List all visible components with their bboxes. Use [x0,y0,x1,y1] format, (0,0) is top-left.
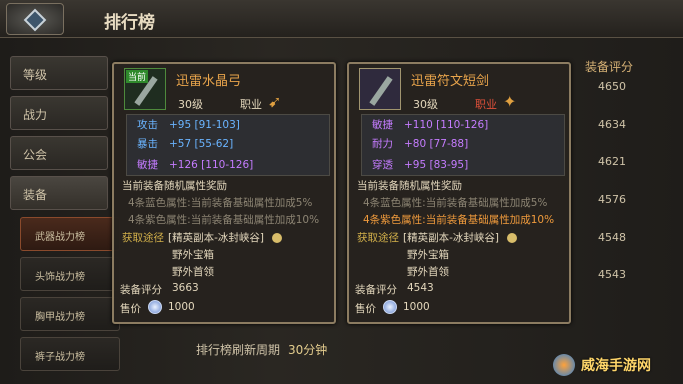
bonus-line: 4条蓝色属性:当前装备基础属性加成5% [363,197,548,209]
refresh-value: 30分钟 [288,343,328,357]
score-header: 装备评分 [585,60,634,74]
site-logo-icon [553,354,575,376]
source-item: [精英副本-冰封峡谷] [168,232,264,244]
stat-row: 暴击 +57 [55-62] [137,138,234,150]
sidebar-item-power[interactable]: 战力 [10,96,108,130]
job-label: 职业 [240,98,262,111]
source-item: [精英副本-冰封峡谷] [403,232,499,244]
price-label: 售价 [120,303,141,315]
price-value: 1000 [168,301,195,313]
sidebar-item-guild[interactable]: 公会 [10,136,108,170]
sidebar-sub-chest[interactable]: 胸甲战力榜 [20,297,120,331]
back-button[interactable] [6,3,64,35]
source-item: 野外宝箱 [407,249,449,261]
stats-panel: 攻击 +95 [91-103] 暴击 +57 [55-62] 敏捷 +126 [110… [126,114,330,176]
bonus-line: 4条紫色属性:当前装备基础属性加成10% [363,214,555,226]
refresh-period: 排行榜刷新周期 30分钟 [196,341,327,358]
diamond-icon [23,8,47,32]
price-value: 1000 [403,301,430,313]
sidebar-item-equipment[interactable]: 装备 [10,176,108,210]
item-level: 30级 [178,98,203,111]
score-value: 4576 [598,193,626,206]
sidebar-sub-helmet[interactable]: 头饰战力榜 [20,257,120,291]
item-name: 迅雷符文短剑 [411,74,490,89]
score-value: 4634 [598,118,626,131]
page-title: 排行榜 [104,13,155,33]
watermark: 威海手游网 [553,352,681,380]
bonus-title: 当前装备随机属性奖励 [122,180,227,192]
score-value: 4543 [407,282,434,294]
score-value: 3663 [172,282,199,294]
score-value: 4548 [598,231,626,244]
coin-icon [148,300,162,314]
score-value: 4650 [598,80,626,93]
stat-row: 耐力 +80 [77-88] [372,138,469,150]
item-tooltip-right: 迅雷符文短剑 30级 职业 ✦ 敏捷 +110 [110-126] 耐力 +80 [… [347,62,571,324]
refresh-label: 排行榜刷新周期 [196,343,281,357]
source-item: 野外首领 [407,266,449,278]
sidebar-sub-pants[interactable]: 裤子战力榜 [20,337,120,371]
stat-row: 攻击 +95 [91-103] [137,119,240,131]
bonus-line: 4条紫色属性:当前装备基础属性加成10% [128,214,320,226]
source-label: 获取途径 [357,232,399,244]
dagger-icon [359,68,401,110]
item-name: 迅雷水晶弓 [176,74,242,89]
bonus-title: 当前装备随机属性奖励 [357,180,462,192]
watermark-text: 威海手游网 [581,358,651,374]
score-label: 装备评分 [355,284,397,296]
blade-class-icon: ✦ [503,92,517,111]
sidebar-sub-weapon[interactable]: 武器战力榜 [20,217,120,251]
item-level: 30级 [413,98,438,111]
stats-panel: 敏捷 +110 [110-126] 耐力 +80 [77-88] 穿透 +95 [83… [361,114,565,176]
job-label: 职业 [475,98,497,111]
stat-row: 敏捷 +126 [110-126] [137,159,254,171]
sidebar-item-level[interactable]: 等级 [10,56,108,90]
score-value: 4543 [598,268,626,281]
source-item: 野外首领 [172,266,214,278]
score-label: 装备评分 [120,284,162,296]
coin-icon [383,300,397,314]
item-tooltip-left: 当前 迅雷水晶弓 30级 职业 ➹ 攻击 +95 [91-103] 暴击 +57 [… [112,62,336,324]
bonus-line: 4条蓝色属性:当前装备基础属性加成5% [128,197,313,209]
gem-icon [272,233,282,243]
source-label: 获取途径 [122,232,164,244]
top-bar: 排行榜 [0,0,683,38]
score-value: 4621 [598,155,626,168]
source-item: 野外宝箱 [172,249,214,261]
gem-icon [507,233,517,243]
bow-icon: 当前 [124,68,166,110]
price-label: 售价 [355,303,376,315]
current-tag: 当前 [126,70,149,83]
stat-row: 敏捷 +110 [110-126] [372,119,489,131]
stat-row: 穿透 +95 [83-95] [372,159,469,171]
bow-class-icon: ➹ [268,92,282,111]
